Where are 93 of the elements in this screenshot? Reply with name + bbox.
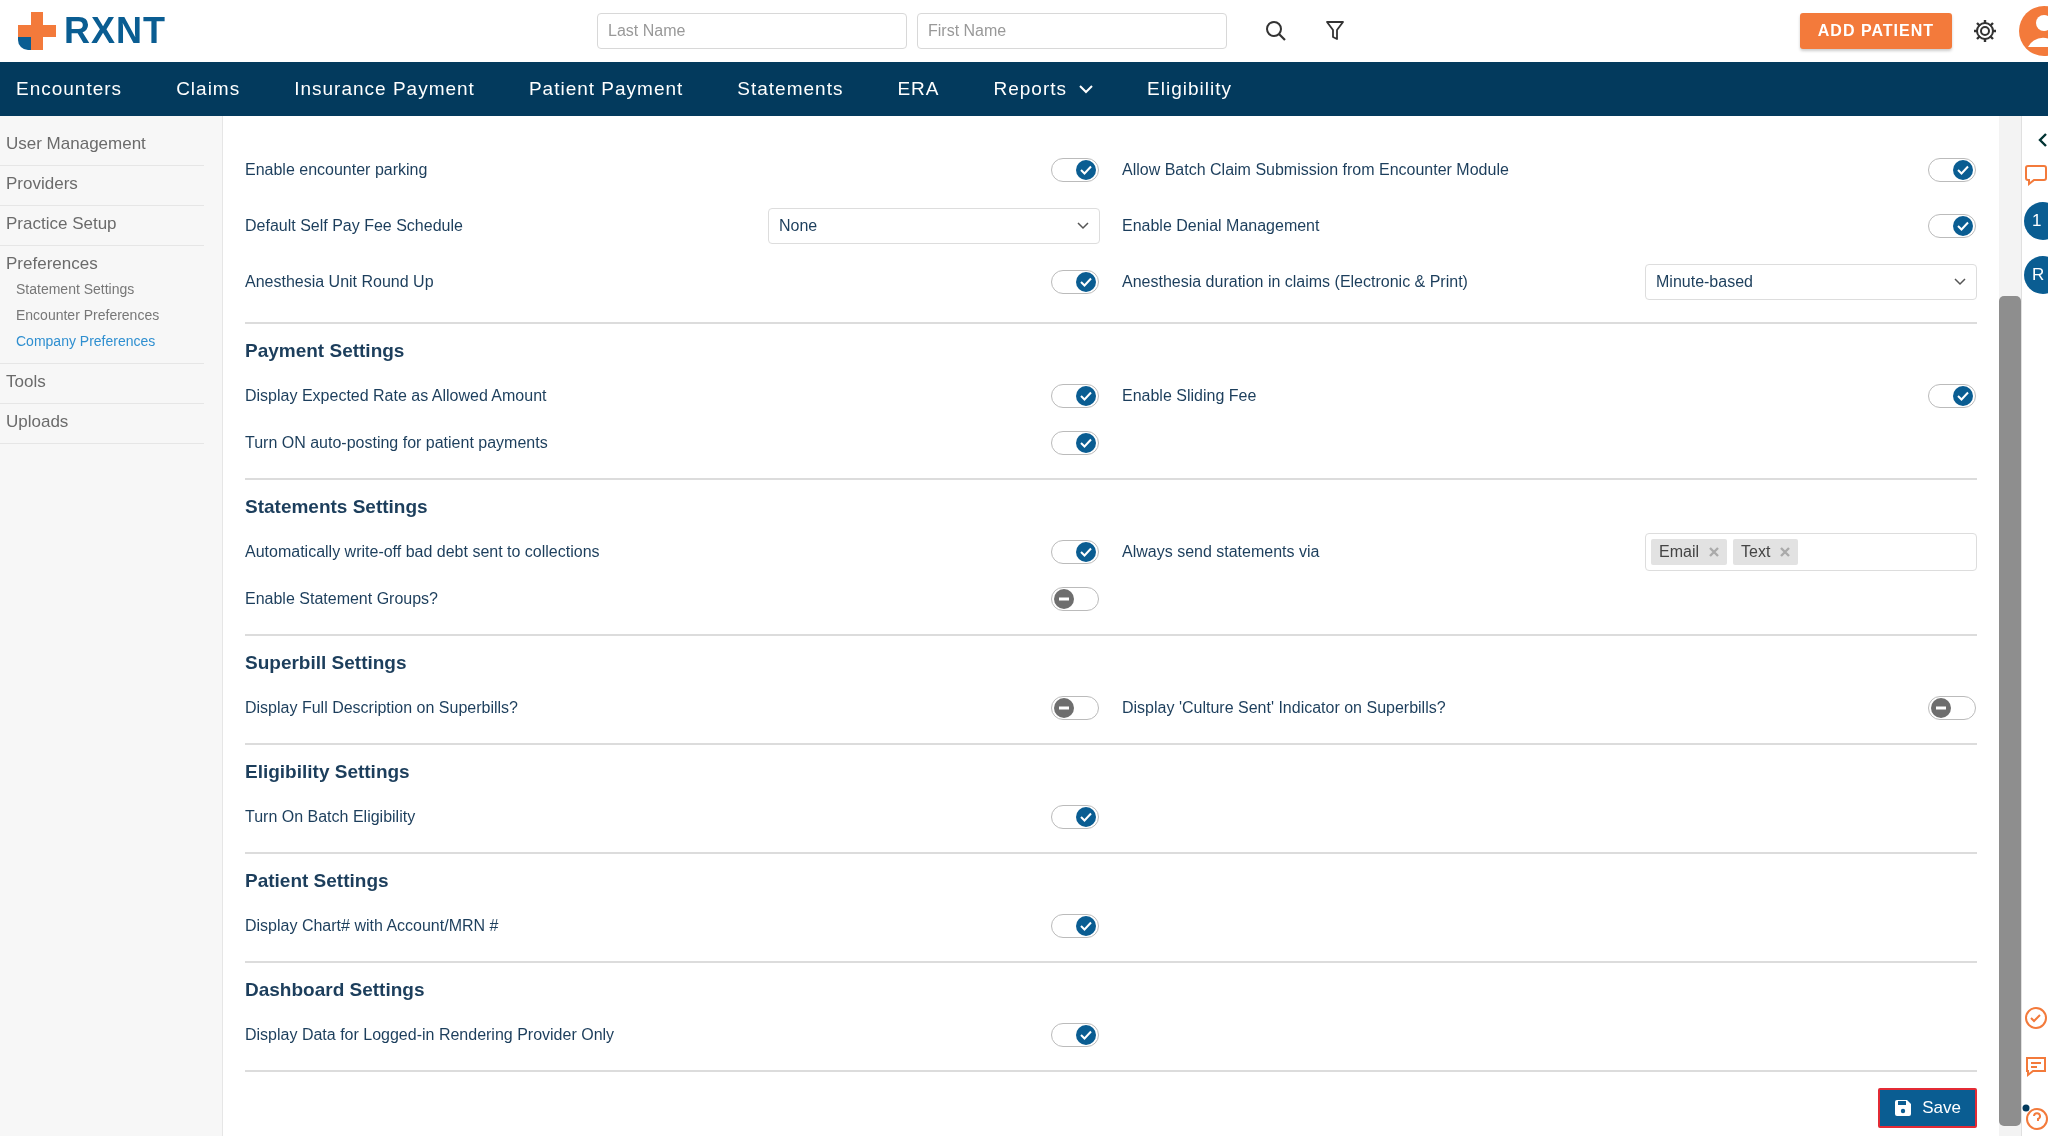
sidebar-item[interactable]: Uploads <box>0 410 204 434</box>
sidebar-subitem[interactable]: Encounter Preferences <box>0 302 204 328</box>
check-icon <box>1080 1029 1092 1040</box>
nav-tab[interactable]: Insurance Payment <box>294 78 475 100</box>
section-heading: Payment Settings <box>245 340 406 362</box>
setting-label: Automatically write-off bad debt sent to collections <box>245 542 600 561</box>
check-icon <box>1080 920 1092 931</box>
chevron-down-icon <box>1077 222 1089 230</box>
toggle-switch[interactable] <box>1928 695 1976 720</box>
help-icon[interactable] <box>2022 1104 2048 1130</box>
scrollbar[interactable] <box>1999 116 2021 1136</box>
avatar-icon[interactable] <box>2018 5 2048 57</box>
sidebar-item[interactable]: User Management <box>0 132 204 156</box>
chevron-left-icon[interactable] <box>2036 132 2048 148</box>
toggle-switch[interactable] <box>1051 539 1099 564</box>
last-name-field[interactable]: Last Name <box>597 13 907 49</box>
setting-label: Turn On Batch Eligibility <box>245 807 416 826</box>
toggle-switch[interactable] <box>1051 804 1099 829</box>
toggle-switch[interactable] <box>1928 383 1976 408</box>
section-heading: Statements Settings <box>245 496 429 518</box>
settings-icon[interactable] <box>1972 18 1998 44</box>
nav-tab[interactable]: Patient Payment <box>528 78 684 100</box>
check-icon <box>1957 221 1969 231</box>
sidebar-item[interactable]: Tools <box>0 370 204 394</box>
message-icon[interactable] <box>2024 1056 2048 1078</box>
chevron-down-icon <box>1954 278 1966 286</box>
save-icon <box>1894 1099 1913 1117</box>
toggle-switch[interactable] <box>1051 695 1099 720</box>
section-heading: Dashboard Settings <box>245 979 426 1001</box>
filter-icon[interactable] <box>1325 20 1345 42</box>
setting-label: Enable Statement Groups? <box>245 589 438 608</box>
nav-tab[interactable]: Statements <box>737 78 844 100</box>
save-button[interactable]: Save <box>1878 1088 1977 1128</box>
check-icon <box>1080 277 1092 287</box>
minus-icon <box>1059 705 1069 710</box>
sidebar-item[interactable]: Preferences <box>0 252 204 276</box>
caret-icon <box>1079 84 1094 94</box>
nav-tab[interactable]: Encounters <box>16 78 123 100</box>
setting-label: Enable encounter parking <box>245 161 428 179</box>
toggle-switch[interactable] <box>1051 1022 1099 1047</box>
check-icon <box>1080 811 1092 822</box>
nav-tab[interactable]: ERA <box>897 78 940 100</box>
user-badge[interactable]: R <box>2024 256 2048 294</box>
toggle-switch[interactable] <box>1051 430 1099 455</box>
setting-label: Default Self Pay Fee Schedule <box>245 217 463 235</box>
tag-chip[interactable]: Email <box>1651 538 1727 565</box>
setting-label: Turn ON auto-posting for patient payments <box>245 433 548 452</box>
section-heading: Patient Settings <box>245 870 390 892</box>
toggle-switch[interactable] <box>1051 270 1099 294</box>
setting-label: Anesthesia duration in claims (Electronic & Print) <box>1122 273 1468 291</box>
chat-icon[interactable] <box>2024 164 2048 186</box>
check-icon <box>1080 546 1092 557</box>
check-icon <box>1957 390 1969 401</box>
setting-label: Display Chart# with Account/MRN # <box>245 916 499 935</box>
nav-tab[interactable]: Reports <box>993 78 1094 100</box>
setting-label: Display Expected Rate as Allowed Amount <box>245 386 547 405</box>
check-icon <box>1080 390 1092 401</box>
toggle-switch[interactable] <box>1051 913 1099 938</box>
setting-label: Display Full Description on Superbills? <box>245 698 518 717</box>
search-icon[interactable] <box>1265 20 1287 42</box>
nav-tab[interactable]: Claims <box>176 78 241 100</box>
minus-icon <box>1059 596 1069 601</box>
toggle-switch[interactable] <box>1051 158 1099 182</box>
toggle-switch[interactable] <box>1051 586 1099 611</box>
setting-label: Display 'Culture Sent' Indicator on Superbills? <box>1122 698 1446 717</box>
setting-label: Display Data for Logged-in Rendering Provider Only <box>245 1025 615 1044</box>
user-badge[interactable]: 1 <box>2024 202 2048 240</box>
sidebar-subitem[interactable]: Statement Settings <box>0 276 204 302</box>
tag-chip[interactable]: Text <box>1733 538 1799 565</box>
section-heading: Eligibility Settings <box>245 761 411 783</box>
check-icon <box>1080 165 1092 175</box>
setting-label: Enable Denial Management <box>1122 217 1320 235</box>
setting-label: Allow Batch Claim Submission from Encounter Module <box>1122 161 1509 179</box>
sidebar-item[interactable]: Providers <box>0 172 204 196</box>
setting-label: Anesthesia Unit Round Up <box>245 273 434 291</box>
first-name-field[interactable]: First Name <box>917 13 1227 49</box>
logo-cross-icon <box>16 10 58 52</box>
tag-input-field[interactable]: Email Text <box>1645 532 1977 571</box>
toggle-switch[interactable] <box>1051 383 1099 408</box>
sidebar-item[interactable]: Practice Setup <box>0 212 204 236</box>
logo-text: RXNT <box>64 10 166 52</box>
dropdown-select[interactable]: None <box>768 208 1100 244</box>
check-icon <box>1957 165 1969 175</box>
check-icon <box>1080 437 1092 448</box>
setting-label: Enable Sliding Fee <box>1122 386 1257 405</box>
check-circle-icon[interactable] <box>2024 1006 2048 1030</box>
minus-icon <box>1936 705 1946 710</box>
toggle-switch[interactable] <box>1928 214 1976 238</box>
setting-label: Always send statements via <box>1122 542 1320 561</box>
nav-tab[interactable]: Eligibility <box>1147 78 1232 100</box>
dropdown-select[interactable]: Minute-based <box>1645 264 1977 300</box>
toggle-switch[interactable] <box>1928 158 1976 182</box>
section-heading: Superbill Settings <box>245 652 408 674</box>
